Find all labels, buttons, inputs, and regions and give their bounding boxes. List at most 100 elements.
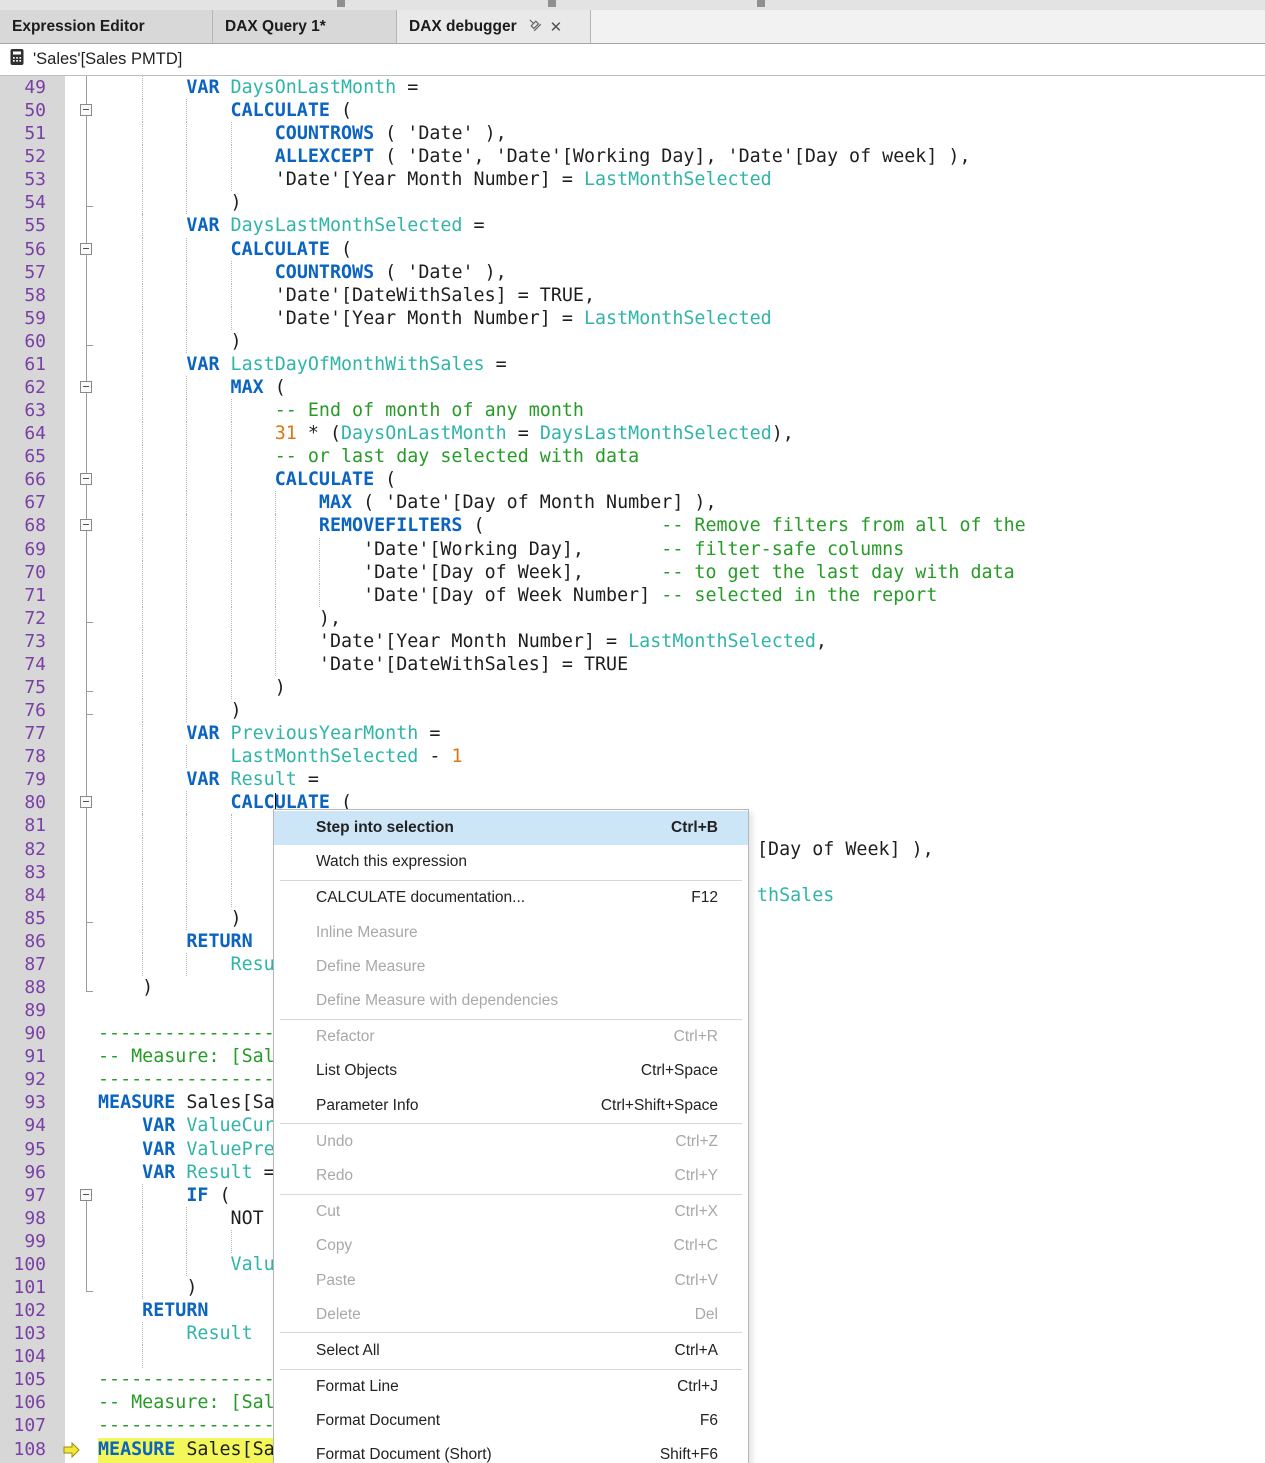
code-line[interactable]: 52ALLEXCEPT ( 'Date', 'Date'[Working Day…: [0, 145, 1265, 168]
menu-item-format-document-short-[interactable]: Format Document (Short)Shift+F6: [274, 1438, 748, 1463]
menu-item-watch-this-expression[interactable]: Watch this expression: [274, 845, 748, 879]
fold-collapse-box[interactable]: [80, 473, 92, 485]
menu-item-define-measure-with-dependencies[interactable]: Define Measure with dependencies: [274, 984, 748, 1018]
code-line[interactable]: 53'Date'[Year Month Number] = LastMonthS…: [0, 168, 1265, 191]
close-icon[interactable]: ✕: [550, 18, 563, 36]
code-line[interactable]: 61VAR LastDayOfMonthWithSales =: [0, 353, 1265, 376]
menu-item-delete[interactable]: DeleteDel: [274, 1298, 748, 1332]
code-line[interactable]: 62MAX (: [0, 376, 1265, 399]
indent-guide: [142, 376, 143, 399]
code-line[interactable]: 60): [0, 330, 1265, 353]
code-line[interactable]: 55VAR DaysLastMonthSelected =: [0, 214, 1265, 237]
fold-collapse-box[interactable]: [80, 1189, 92, 1201]
line-number: 99: [0, 1230, 46, 1253]
indent-guide: [275, 630, 276, 653]
code-line[interactable]: 59'Date'[Year Month Number] = LastMonthS…: [0, 307, 1265, 330]
fold-collapse-box[interactable]: [80, 519, 92, 531]
menu-item-refactor[interactable]: RefactorCtrl+R: [274, 1020, 748, 1054]
menu-item-undo[interactable]: UndoCtrl+Z: [274, 1125, 748, 1159]
indent-guide: [142, 653, 143, 676]
breadcrumb-measure-name: 'Sales'[Sales PMTD]: [33, 50, 182, 69]
menu-item-format-line[interactable]: Format LineCtrl+J: [274, 1370, 748, 1404]
fold-collapse-box[interactable]: [80, 796, 92, 808]
code-text: 'Date'[DateWithSales] = TRUE,: [275, 284, 595, 307]
code-text: MEASURE Sales[Sa: [98, 1438, 275, 1461]
tab-dax-debugger[interactable]: DAX debugger✕: [397, 10, 591, 43]
indent-guide: [142, 953, 143, 976]
tab-expression-editor[interactable]: Expression Editor: [0, 10, 213, 43]
indent-guide: [142, 538, 143, 561]
menu-item-shortcut: Ctrl+Shift+Space: [601, 1097, 718, 1115]
code-line[interactable]: 66CALCULATE (: [0, 468, 1265, 491]
menu-item-step-into-selection[interactable]: Step into selectionCtrl+B: [274, 811, 748, 845]
code-line[interactable]: 78LastMonthSelected - 1: [0, 745, 1265, 768]
line-number: 55: [0, 214, 46, 237]
indent-guide: [186, 468, 187, 491]
fold-corner: [86, 691, 93, 692]
indent-guide: [231, 561, 232, 584]
line-number: 98: [0, 1207, 46, 1230]
code-line[interactable]: 69'Date'[Working Day], -- filter-safe co…: [0, 538, 1265, 561]
fold-line: [86, 976, 87, 991]
code-text: -- End of month of any month: [275, 399, 584, 422]
code-line[interactable]: 65-- or last day selected with data: [0, 445, 1265, 468]
code-line[interactable]: 71'Date'[Day of Week Number] -- selected…: [0, 584, 1265, 607]
menu-item-redo[interactable]: RedoCtrl+Y: [274, 1159, 748, 1193]
code-line[interactable]: 74'Date'[DateWithSales] = TRUE: [0, 653, 1265, 676]
code-text: 'Date'[DateWithSales] = TRUE: [319, 653, 628, 676]
indent-guide: [186, 953, 187, 976]
fold-line: [86, 861, 87, 884]
code-line[interactable]: 70'Date'[Day of Week], -- to get the las…: [0, 561, 1265, 584]
tab-label: DAX Query 1*: [225, 18, 326, 36]
menu-item-paste[interactable]: PasteCtrl+V: [274, 1263, 748, 1297]
indent-guide: [186, 653, 187, 676]
fold-collapse-box[interactable]: [80, 381, 92, 393]
indent-guide: [186, 907, 187, 930]
fold-line: [86, 768, 87, 791]
code-line[interactable]: 75): [0, 676, 1265, 699]
line-number: 53: [0, 168, 46, 191]
indent-guide: [186, 422, 187, 445]
code-line[interactable]: 50CALCULATE (: [0, 99, 1265, 122]
code-text: CALCULATE (: [275, 468, 397, 491]
menu-item-inline-measure[interactable]: Inline Measure: [274, 916, 748, 950]
code-line[interactable]: 51COUNTROWS ( 'Date' ),: [0, 122, 1265, 145]
indent-guide: [142, 1322, 143, 1345]
tab-dax-query-1-[interactable]: DAX Query 1*: [213, 10, 397, 43]
code-line[interactable]: 54): [0, 191, 1265, 214]
menu-item-parameter-info[interactable]: Parameter InfoCtrl+Shift+Space: [274, 1089, 748, 1123]
menu-item-format-document[interactable]: Format DocumentF6: [274, 1404, 748, 1438]
code-line[interactable]: 72),: [0, 607, 1265, 630]
code-line[interactable]: 73'Date'[Year Month Number] = LastMonthS…: [0, 630, 1265, 653]
indent-guide: [231, 284, 232, 307]
code-line[interactable]: 67MAX ( 'Date'[Day of Month Number] ),: [0, 491, 1265, 514]
menu-item-define-measure[interactable]: Define Measure: [274, 950, 748, 984]
indent-guide: [142, 1207, 143, 1230]
indent-guide: [231, 538, 232, 561]
indent-guide: [186, 122, 187, 145]
code-line[interactable]: 76): [0, 699, 1265, 722]
code-line[interactable]: 49VAR DaysOnLastMonth =: [0, 76, 1265, 99]
fold-corner: [86, 622, 93, 623]
code-line[interactable]: 56CALCULATE (: [0, 238, 1265, 261]
pin-icon[interactable]: [527, 17, 542, 37]
code-line[interactable]: 79VAR Result =: [0, 768, 1265, 791]
code-line[interactable]: 68REMOVEFILTERS ( -- Remove filters from…: [0, 514, 1265, 537]
indent-guide: [186, 307, 187, 330]
code-line[interactable]: 77VAR PreviousYearMonth =: [0, 722, 1265, 745]
code-line[interactable]: 57COUNTROWS ( 'Date' ),: [0, 261, 1265, 284]
code-line[interactable]: 6431 * (DaysOnLastMonth = DaysLastMonthS…: [0, 422, 1265, 445]
code-line[interactable]: 63-- End of month of any month: [0, 399, 1265, 422]
code-text: ): [142, 976, 153, 999]
menu-item-list-objects[interactable]: List ObjectsCtrl+Space: [274, 1054, 748, 1088]
fold-line: [86, 561, 87, 584]
menu-item-copy[interactable]: CopyCtrl+C: [274, 1229, 748, 1263]
fold-corner: [86, 922, 93, 923]
menu-item-select-all[interactable]: Select AllCtrl+A: [274, 1334, 748, 1368]
code-text: VAR ValuePre: [142, 1138, 275, 1161]
menu-item-calculate-documentation-[interactable]: CALCULATE documentation...F12: [274, 881, 748, 915]
fold-collapse-box[interactable]: [80, 243, 92, 255]
menu-item-cut[interactable]: CutCtrl+X: [274, 1195, 748, 1229]
fold-collapse-box[interactable]: [80, 104, 92, 116]
code-line[interactable]: 58'Date'[DateWithSales] = TRUE,: [0, 284, 1265, 307]
